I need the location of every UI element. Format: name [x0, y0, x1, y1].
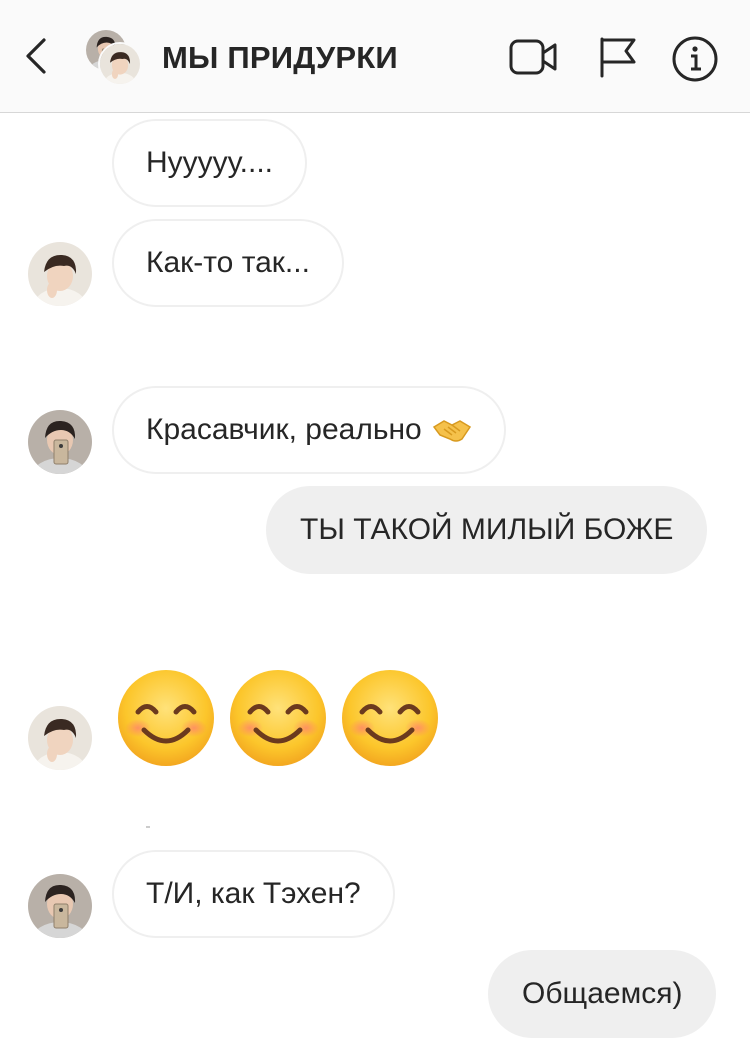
sender-avatar[interactable] — [28, 410, 92, 474]
message-text: Нууууу.... — [146, 146, 274, 179]
message-bubble[interactable]: Т/И, как Тэхен? — [112, 850, 395, 938]
video-call-button[interactable] — [508, 34, 558, 80]
smiling-face-emoji — [228, 668, 328, 768]
flag-icon — [600, 37, 636, 78]
message-text: Общаемся) — [522, 977, 683, 1010]
chevron-left-icon — [26, 38, 46, 74]
video-camera-icon — [509, 39, 557, 75]
message-bubble[interactable]: Нууууу.... — [112, 119, 308, 207]
message-text: Красавчик, реально — [146, 413, 422, 446]
info-icon — [672, 36, 718, 82]
chat-header: МЫ ПРИДУРКИ — [0, 0, 750, 113]
sender-avatar[interactable] — [28, 242, 92, 306]
chat-title[interactable]: МЫ ПРИДУРКИ — [162, 40, 398, 76]
info-button[interactable] — [670, 34, 720, 82]
report-button[interactable] — [594, 34, 644, 80]
message-text: Как-то так... — [146, 246, 310, 279]
handshake-emoji — [432, 420, 471, 442]
message-text: Т/И, как Тэхен? — [146, 877, 361, 910]
group-avatar[interactable] — [84, 28, 144, 88]
divider — [146, 826, 150, 828]
smiling-face-emoji — [340, 668, 440, 768]
message-text: ТЫ ТАКОЙ МИЛЫЙ БОЖЕ — [300, 513, 674, 546]
emoji-message[interactable] — [116, 668, 452, 768]
sender-avatar[interactable] — [28, 706, 92, 770]
back-button[interactable] — [18, 34, 58, 78]
message-bubble[interactable]: ТЫ ТАКОЙ МИЛЫЙ БОЖЕ — [266, 486, 708, 574]
smiling-face-emoji — [116, 668, 216, 768]
sender-avatar[interactable] — [28, 874, 92, 938]
avatar — [98, 42, 142, 86]
message-bubble[interactable]: Общаемся) — [488, 950, 717, 1038]
message-bubble[interactable]: Как-то так... — [112, 219, 344, 307]
message-bubble[interactable]: Красавчик, реально — [112, 386, 506, 474]
